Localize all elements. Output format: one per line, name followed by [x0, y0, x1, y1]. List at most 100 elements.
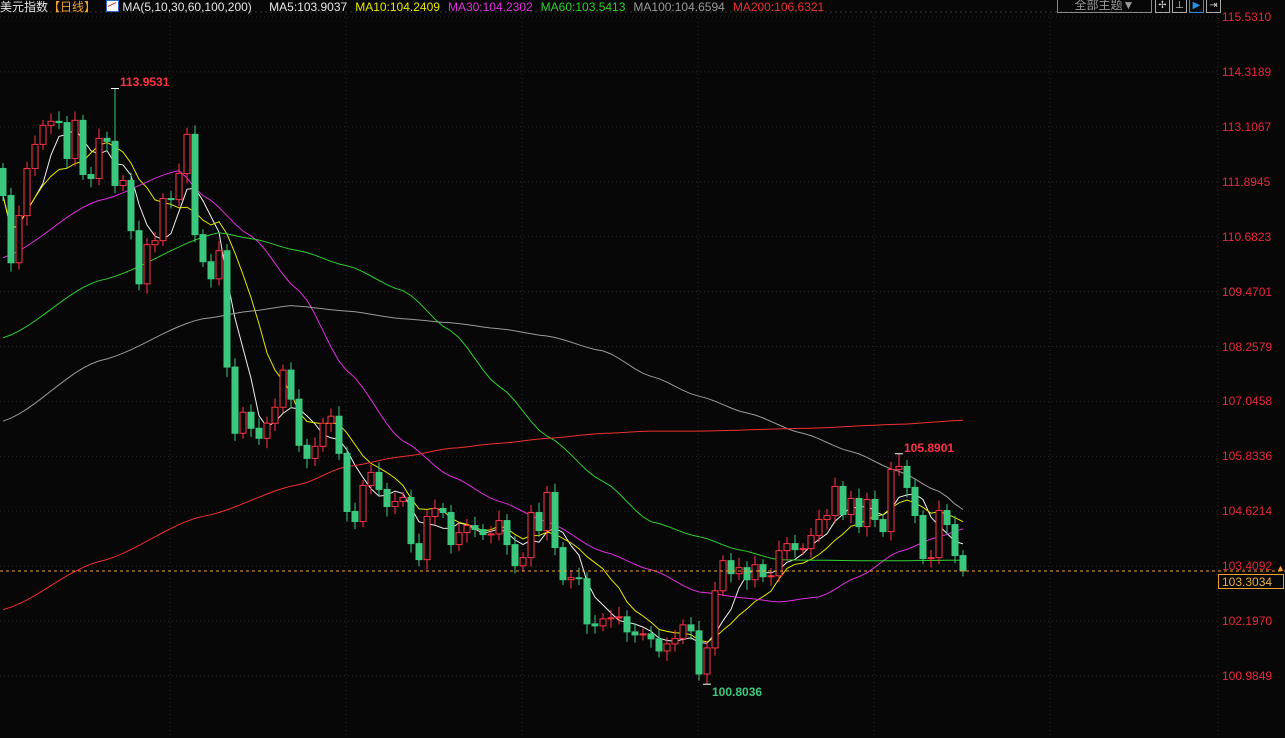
- candle-body: [375, 471, 383, 490]
- candle-body: [831, 485, 839, 517]
- candle-body: [543, 491, 551, 532]
- candle-body: [919, 515, 927, 560]
- candle-body: [127, 180, 135, 232]
- candle-body: [895, 465, 903, 470]
- candle-body: [823, 515, 831, 521]
- candle-body: [463, 525, 471, 534]
- candle-body: [95, 137, 103, 180]
- period-label[interactable]: 【日线】: [48, 0, 96, 14]
- candle-body: [527, 512, 535, 559]
- candle-body: [535, 512, 543, 532]
- candle-body: [71, 119, 79, 159]
- candle-body: [599, 618, 607, 627]
- fit-icon[interactable]: ⊥: [1172, 0, 1187, 13]
- candle-body: [855, 497, 863, 528]
- candle-body: [799, 548, 807, 551]
- candle-body: [647, 633, 655, 640]
- candle-body: [871, 498, 879, 521]
- candle-body: [583, 578, 591, 625]
- candle-body: [279, 369, 287, 408]
- candle-body: [175, 172, 183, 201]
- candle-body: [551, 491, 559, 549]
- candle-body: [239, 411, 247, 434]
- candle-body: [471, 525, 479, 531]
- candle-body: [47, 120, 55, 126]
- candle-body: [663, 643, 671, 652]
- candle-body: [359, 484, 367, 523]
- chart-header: 美元指数【日线】 MA(5,10,30,60,100,200) MA5:103.…: [0, 0, 1060, 14]
- low-price-annotation: 100.8036: [712, 685, 763, 700]
- candle-body: [615, 616, 623, 619]
- candle-body: [119, 180, 127, 187]
- candle-body: [0, 167, 7, 197]
- up-arrow-icon: ▲: [1276, 563, 1285, 573]
- candle-body: [247, 411, 255, 429]
- candle-body: [775, 550, 783, 577]
- candle-body: [911, 486, 919, 517]
- candle-body: [311, 445, 319, 459]
- candle-body: [167, 198, 175, 201]
- candle-body: [935, 510, 943, 559]
- high-price-annotation: 105.8901: [904, 440, 955, 455]
- candle-body: [559, 547, 567, 581]
- candle-body: [487, 533, 495, 536]
- candle-body: [751, 564, 759, 581]
- theme-dropdown[interactable]: 全部主题▼: [1057, 0, 1152, 13]
- ma-line-ma10: [2, 141, 964, 643]
- ma-line-ma100: [2, 305, 964, 510]
- candle-body: [15, 215, 23, 264]
- candlestick-chart[interactable]: [0, 0, 1285, 738]
- y-tick-label: 111.8945: [1222, 174, 1271, 189]
- candle-body: [495, 520, 503, 535]
- candle-body: [423, 516, 431, 561]
- candle-body: [199, 234, 207, 263]
- candle-body: [479, 529, 487, 536]
- candle-body: [679, 624, 687, 640]
- candle-body: [639, 633, 647, 636]
- y-tick-label: 102.1970: [1222, 614, 1273, 629]
- y-tick-label: 105.8336: [1222, 449, 1273, 464]
- y-tick-label: 103.4092: [1222, 559, 1273, 574]
- symbol-name: 美元指数: [0, 0, 49, 14]
- candle-body: [903, 465, 911, 488]
- ma-line-ma5: [2, 128, 964, 644]
- candle-body: [431, 508, 439, 518]
- candle-body: [79, 119, 87, 175]
- candle-body: [63, 122, 71, 159]
- candle-body: [55, 120, 63, 124]
- y-tick-label: 110.6823: [1222, 229, 1272, 244]
- ma-value-0: MA5:103.9037: [269, 0, 348, 14]
- candle-body: [791, 543, 799, 551]
- candle-body: [655, 638, 663, 652]
- candle-body: [839, 485, 847, 516]
- last-price-label: 103.3034: [1218, 574, 1284, 589]
- candle-body: [183, 133, 191, 174]
- play-icon[interactable]: ▶: [1189, 0, 1204, 13]
- candle-body: [287, 369, 295, 400]
- y-tick-label: 108.2579: [1222, 339, 1273, 354]
- candle-body: [367, 471, 375, 486]
- candle-body: [503, 520, 511, 546]
- y-tick-label: 114.3189: [1222, 64, 1272, 79]
- candle-body: [143, 244, 151, 285]
- candle-body: [135, 230, 143, 285]
- candle-body: [727, 560, 735, 575]
- candle-body: [351, 510, 359, 523]
- candle-body: [191, 133, 199, 236]
- candle-body: [815, 519, 823, 537]
- crosshair-icon[interactable]: ✢: [1155, 0, 1170, 13]
- ma-value-4: MA100:104.6594: [633, 0, 725, 14]
- candle-body: [327, 415, 335, 424]
- y-tick-label: 104.6214: [1222, 504, 1273, 519]
- ma-settings[interactable]: MA(5,10,30,60,100,200): [106, 0, 258, 14]
- candle-body: [687, 624, 695, 632]
- candle-body: [383, 488, 391, 508]
- candle-body: [399, 496, 407, 502]
- candle-body: [711, 590, 719, 649]
- candle-body: [103, 137, 111, 142]
- candle-body: [271, 406, 279, 424]
- candle-body: [263, 422, 271, 439]
- candle-body: [623, 616, 631, 633]
- candle-body: [767, 575, 775, 578]
- expand-right-icon[interactable]: ⇥: [1206, 0, 1221, 13]
